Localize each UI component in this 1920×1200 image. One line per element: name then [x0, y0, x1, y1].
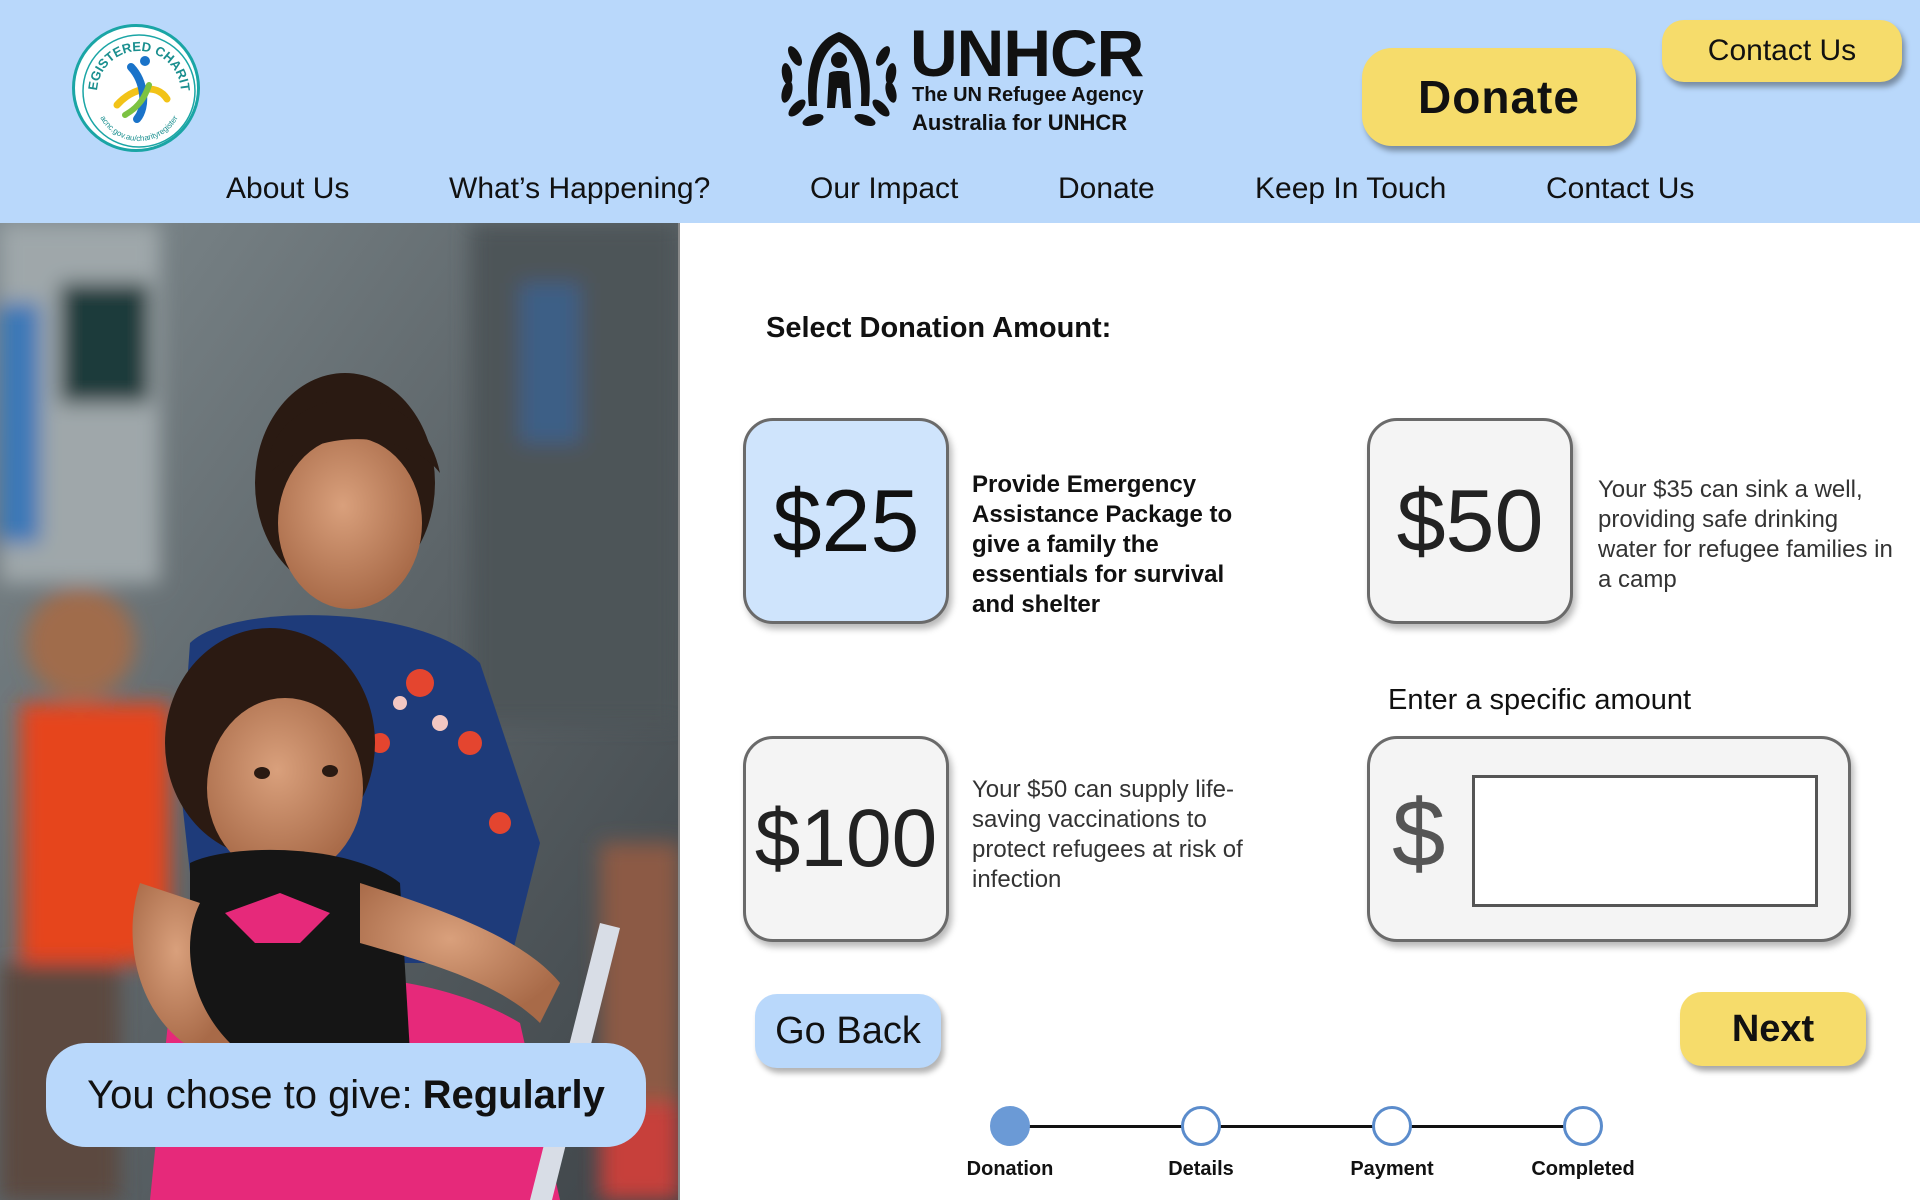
step-dot-donation	[990, 1106, 1030, 1146]
amount-value: $50	[1396, 471, 1544, 570]
step-label-details: Details	[1168, 1158, 1234, 1180]
nav-item-whats-happening[interactable]: What’s Happening?	[449, 172, 710, 206]
step-label-payment: Payment	[1350, 1158, 1434, 1180]
laurel-emblem-icon	[781, 32, 897, 127]
progress-stepper: Donation Details Payment Completed	[960, 1100, 1660, 1190]
logo-subtitle-australia: Australia for UNHCR	[912, 110, 1128, 135]
currency-symbol: $	[1392, 780, 1446, 887]
step-label-completed: Completed	[1531, 1158, 1635, 1180]
main-nav: About Us What’s Happening? Our Impact Do…	[0, 172, 1920, 214]
giving-frequency-banner: You chose to give: Regularly	[46, 1043, 646, 1147]
header-contact-button[interactable]: Contact Us	[1662, 20, 1902, 82]
nav-item-donate[interactable]: Donate	[1058, 172, 1155, 206]
registered-charity-badge[interactable]: REGISTERED CHARITY acnc.gov.au/charityre…	[72, 24, 200, 152]
svg-text:REGISTERED CHARITY: REGISTERED CHARITY	[75, 27, 193, 92]
step-dot-details	[1181, 1106, 1221, 1146]
custom-amount-input[interactable]	[1472, 775, 1818, 907]
nav-item-keep-in-touch[interactable]: Keep In Touch	[1255, 172, 1446, 206]
donation-amount-title: Select Donation Amount:	[766, 312, 1112, 344]
nav-item-our-impact[interactable]: Our Impact	[810, 172, 958, 206]
amount-card-100[interactable]: $100	[743, 736, 949, 942]
site-header: REGISTERED CHARITY acnc.gov.au/charityre…	[0, 0, 1920, 223]
chose-prefix: You chose to give:	[87, 1072, 413, 1117]
hero-photo: You chose to give: Regularly	[0, 223, 680, 1200]
logo-subtitle: The UN Refugee Agency	[912, 84, 1144, 106]
custom-amount-label: Enter a specific amount	[1388, 684, 1692, 716]
amount-value: $25	[772, 471, 920, 570]
nav-item-contact-us[interactable]: Contact Us	[1546, 172, 1694, 206]
chose-value: Regularly	[422, 1072, 605, 1117]
step-label-donation: Donation	[966, 1158, 1054, 1180]
next-button[interactable]: Next	[1680, 992, 1866, 1066]
badge-top-text: REGISTERED CHARITY	[75, 27, 193, 92]
amount-card-25[interactable]: $25	[743, 418, 949, 624]
step-dot-completed	[1563, 1106, 1603, 1146]
amount-value: $100	[754, 793, 938, 884]
unhcr-wordmark: UNHCR	[910, 16, 1144, 90]
nav-item-about-us[interactable]: About Us	[226, 172, 349, 206]
amount-card-50[interactable]: $50	[1367, 418, 1573, 624]
amount-description-25: Provide Emergency Assistance Package to …	[972, 471, 1233, 618]
badge-bottom-text: acnc.gov.au/charityregister	[98, 114, 179, 143]
amount-description-50: Your $35 can sink a well, providing safe…	[1598, 476, 1893, 593]
custom-amount-box: $	[1367, 736, 1851, 942]
unhcr-logo[interactable]: UNHCR The UN Refugee Agency Australia fo…	[775, 20, 1150, 136]
charity-badge-text: REGISTERED CHARITY acnc.gov.au/charityre…	[75, 27, 193, 143]
amount-description-100: Your $50 can supply life-saving vaccinat…	[972, 776, 1243, 893]
go-back-button[interactable]: Go Back	[755, 994, 941, 1068]
step-dot-payment	[1372, 1106, 1412, 1146]
progress-line	[1010, 1125, 1580, 1128]
svg-text:acnc.gov.au/charityregister: acnc.gov.au/charityregister	[98, 114, 179, 143]
header-donate-button[interactable]: Donate	[1362, 48, 1636, 146]
